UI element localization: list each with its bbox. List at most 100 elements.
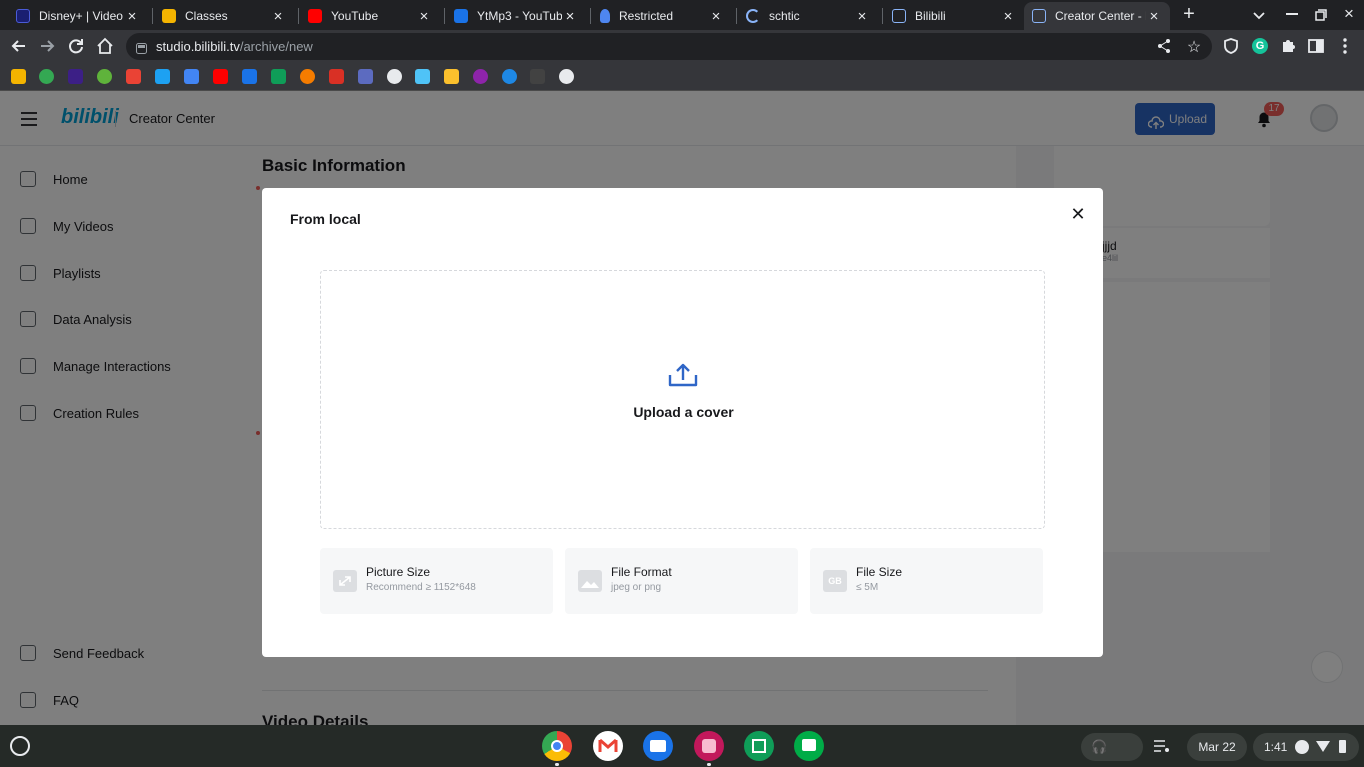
files-icon[interactable] xyxy=(643,731,673,761)
time-label: 1:41 xyxy=(1264,740,1288,754)
bookmark-leaf-icon[interactable] xyxy=(97,69,112,84)
classroom-icon xyxy=(162,9,176,23)
bookmarks-bar xyxy=(0,63,1364,91)
tab-title: Bilibili xyxy=(915,9,946,23)
extensions-puzzle-icon[interactable] xyxy=(1277,35,1299,57)
image-icon xyxy=(578,570,602,592)
browser-toolbar: studio.bilibili.tv/archive/new ☆ G xyxy=(0,30,1364,63)
tab-title: Disney+ | Video P xyxy=(39,9,124,23)
close-tab-icon[interactable]: × xyxy=(708,8,724,25)
bookmark-app-icon[interactable] xyxy=(444,69,459,84)
tab-divider xyxy=(444,8,445,24)
running-indicator xyxy=(555,763,559,766)
bookmark-youtube-icon[interactable] xyxy=(213,69,228,84)
bookmark-app-icon[interactable] xyxy=(473,69,488,84)
tab-restricted[interactable]: Restricted × xyxy=(592,2,732,30)
url-domain: studio.bilibili.tv xyxy=(156,39,240,54)
address-bar[interactable]: studio.bilibili.tv/archive/new ☆ xyxy=(126,33,1212,60)
bookmark-docs-icon[interactable] xyxy=(184,69,199,84)
gb-icon: GB xyxy=(823,570,847,592)
running-indicator xyxy=(707,763,711,766)
tab-creator-center[interactable]: Creator Center - L × xyxy=(1024,2,1170,30)
tab-divider xyxy=(736,8,737,24)
disney-icon xyxy=(16,9,30,23)
new-tab-button[interactable]: + xyxy=(1178,3,1200,25)
bookmark-app-icon[interactable] xyxy=(502,69,517,84)
url-text: studio.bilibili.tv/archive/new xyxy=(156,39,313,54)
menu-kebab-icon[interactable] xyxy=(1334,35,1356,57)
tab-bilibili[interactable]: Bilibili × xyxy=(884,2,1024,30)
share-icon[interactable] xyxy=(1156,38,1172,54)
site-info-icon[interactable] xyxy=(136,41,147,54)
gmail-icon[interactable] xyxy=(593,731,623,761)
bookmark-app-icon[interactable] xyxy=(329,69,344,84)
lock-icon xyxy=(600,9,610,23)
home-icon[interactable] xyxy=(94,35,116,57)
file-size-card: GB File Size ≤ 5M xyxy=(810,548,1043,614)
tab-classes[interactable]: Classes × xyxy=(154,2,294,30)
tab-title: Creator Center - L xyxy=(1055,9,1146,23)
back-icon[interactable] xyxy=(8,35,30,57)
cover-dropzone[interactable]: Upload a cover xyxy=(320,270,1045,529)
upload-cover-label: Upload a cover xyxy=(633,404,734,420)
date-pill[interactable]: Mar 22 xyxy=(1187,733,1247,761)
tab-search-icon[interactable] xyxy=(1250,6,1268,24)
tab-title: YtMp3 - YouTube xyxy=(477,9,562,23)
bookmark-app-icon[interactable] xyxy=(415,69,430,84)
close-tab-icon[interactable]: × xyxy=(124,8,140,25)
dialog-title: From local xyxy=(290,211,361,227)
bookmark-app-icon[interactable] xyxy=(530,69,545,84)
bookmark-app-icon[interactable] xyxy=(387,69,402,84)
media-controls-pill[interactable]: 🎧 xyxy=(1081,733,1143,761)
bookmark-globe-icon[interactable] xyxy=(559,69,574,84)
ytmp3-icon xyxy=(454,9,468,23)
close-tab-icon[interactable]: × xyxy=(854,8,870,25)
wifi-icon xyxy=(1316,741,1330,752)
os-shelf: 🎧 Mar 22 1:41 xyxy=(0,725,1364,767)
close-tab-icon[interactable]: × xyxy=(270,8,286,25)
side-panel-icon[interactable] xyxy=(1305,35,1327,57)
card-title: File Format xyxy=(611,565,672,579)
shield-extension-icon[interactable] xyxy=(1220,35,1242,57)
app-icon[interactable] xyxy=(694,731,724,761)
playlist-media-icon[interactable] xyxy=(1153,739,1171,753)
minimize-icon[interactable] xyxy=(1286,13,1298,15)
browser-tab-strip: Disney+ | Video P × Classes × YouTube × … xyxy=(0,0,1364,30)
close-tab-icon[interactable]: × xyxy=(1000,8,1016,25)
bookmark-app-icon[interactable] xyxy=(300,69,315,84)
bookmark-app-icon[interactable] xyxy=(68,69,83,84)
tab-schtic[interactable]: schtic × xyxy=(738,2,878,30)
bookmark-app-icon[interactable] xyxy=(358,69,373,84)
cover-upload-dialog: From local ✕ Upload a cover Picture Size… xyxy=(262,188,1103,657)
tab-ytmp3[interactable]: YtMp3 - YouTube × xyxy=(446,2,586,30)
tab-title: schtic xyxy=(769,9,800,23)
restore-icon[interactable] xyxy=(1315,8,1327,21)
sheets-icon[interactable] xyxy=(744,731,774,761)
tab-disney[interactable]: Disney+ | Video P × xyxy=(8,2,148,30)
bookmark-gmail-icon[interactable] xyxy=(126,69,141,84)
bookmark-leaf-icon[interactable] xyxy=(39,69,54,84)
close-tab-icon[interactable]: × xyxy=(562,8,578,25)
bookmark-b-icon[interactable] xyxy=(155,69,170,84)
upload-icon xyxy=(667,362,699,388)
card-title: Picture Size xyxy=(366,565,431,579)
bookmark-classroom-icon[interactable] xyxy=(11,69,26,84)
bookmark-app-icon[interactable] xyxy=(242,69,257,84)
launcher-icon[interactable] xyxy=(10,736,30,756)
tab-title: Classes xyxy=(185,9,228,23)
bookmark-star-icon[interactable]: ☆ xyxy=(1185,37,1203,56)
grammarly-icon[interactable]: G xyxy=(1249,35,1271,57)
reload-icon[interactable] xyxy=(65,35,87,57)
close-icon[interactable]: ✕ xyxy=(1068,204,1088,224)
chat-icon[interactable] xyxy=(794,731,824,761)
tab-youtube[interactable]: YouTube × xyxy=(300,2,440,30)
tab-divider xyxy=(152,8,153,24)
chrome-icon[interactable] xyxy=(542,731,572,761)
close-window-icon[interactable]: × xyxy=(1340,5,1358,23)
status-tray[interactable]: 1:41 xyxy=(1253,733,1359,761)
tab-divider xyxy=(298,8,299,24)
close-tab-icon[interactable]: × xyxy=(1146,8,1162,25)
forward-icon[interactable] xyxy=(36,35,58,57)
close-tab-icon[interactable]: × xyxy=(416,8,432,25)
bookmark-chat-icon[interactable] xyxy=(271,69,286,84)
